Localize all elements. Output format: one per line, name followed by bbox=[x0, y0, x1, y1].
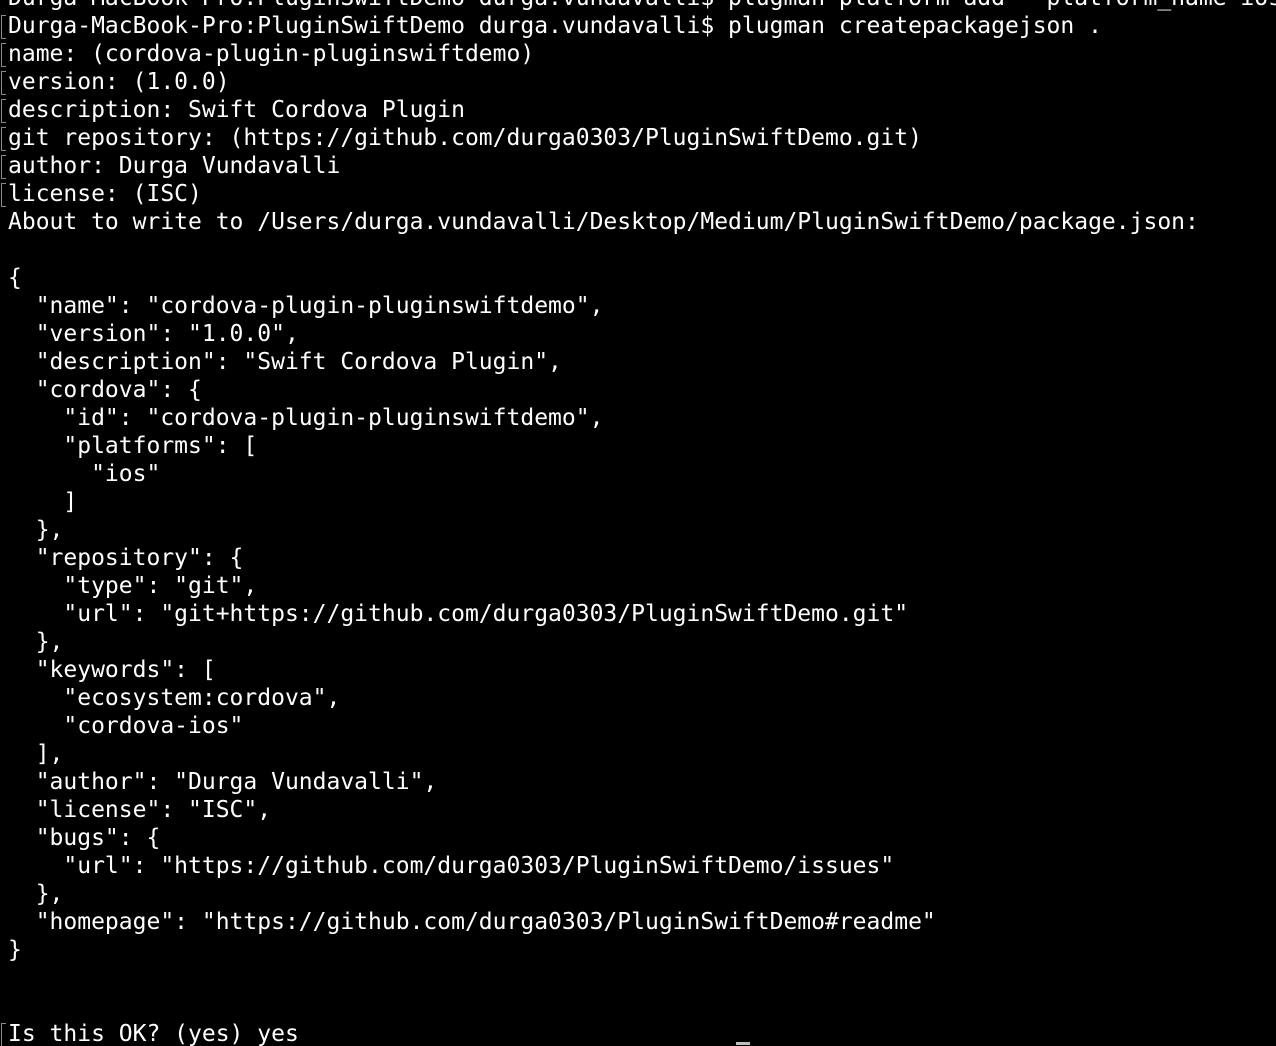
terminal-line: } bbox=[8, 937, 22, 963]
terminal-line: ] bbox=[8, 489, 78, 515]
terminal-line: author: Durga Vundavalli bbox=[0, 152, 1276, 180]
terminal-line: "author": "Durga Vundavalli", bbox=[8, 769, 438, 795]
terminal-line: "cordova-ios" bbox=[8, 713, 244, 739]
terminal-line: { bbox=[8, 265, 22, 291]
terminal-line: version: (1.0.0) bbox=[0, 68, 1276, 96]
terminal-line: "url": "https://github.com/durga0303/Plu… bbox=[8, 853, 895, 879]
terminal-line: license: (ISC) bbox=[0, 180, 1276, 208]
terminal-line: description: Swift Cordova Plugin bbox=[0, 96, 1276, 124]
terminal-line: "url": "git+https://github.com/durga0303… bbox=[8, 601, 909, 627]
terminal-line: "version": "1.0.0", bbox=[8, 321, 299, 347]
terminal-line: "platforms": [ bbox=[8, 433, 258, 459]
terminal-line: "name": "cordova-plugin-pluginswiftdemo"… bbox=[8, 293, 604, 319]
terminal-line: "keywords": [ bbox=[8, 657, 216, 683]
terminal-line: Durga-MacBook-Pro:PluginSwiftDemo durga.… bbox=[0, 0, 1276, 12]
terminal-line: git repository: (https://github.com/durg… bbox=[0, 124, 1276, 152]
terminal-line: "repository": { bbox=[8, 545, 244, 571]
terminal-line: }, bbox=[8, 517, 64, 543]
terminal-line: "ios" bbox=[8, 461, 161, 487]
terminal-line: About to write to /Users/durga.vundavall… bbox=[8, 209, 1199, 235]
terminal-line: }, bbox=[8, 881, 64, 907]
terminal-line: }, bbox=[8, 629, 64, 655]
terminal-line: Is this OK? (yes) yes bbox=[0, 1020, 1276, 1046]
terminal-line: "description": "Swift Cordova Plugin", bbox=[8, 349, 562, 375]
terminal-line: ], bbox=[8, 741, 64, 767]
terminal-line: name: (cordova-plugin-pluginswiftdemo) bbox=[0, 40, 1276, 68]
terminal-output[interactable]: Durga-MacBook-Pro:PluginSwiftDemo durga.… bbox=[0, 0, 1276, 1046]
terminal-line: "id": "cordova-plugin-pluginswiftdemo", bbox=[8, 405, 604, 431]
terminal-line: "bugs": { bbox=[8, 825, 161, 851]
terminal-line: "ecosystem:cordova", bbox=[8, 685, 341, 711]
terminal-line: "license": "ISC", bbox=[8, 797, 272, 823]
text-cursor bbox=[736, 1042, 750, 1045]
terminal-line: "type": "git", bbox=[8, 573, 258, 599]
terminal-line: Durga-MacBook-Pro:PluginSwiftDemo durga.… bbox=[0, 12, 1276, 40]
terminal-line: "homepage": "https://github.com/durga030… bbox=[8, 909, 936, 935]
terminal-line: "cordova": { bbox=[8, 377, 202, 403]
